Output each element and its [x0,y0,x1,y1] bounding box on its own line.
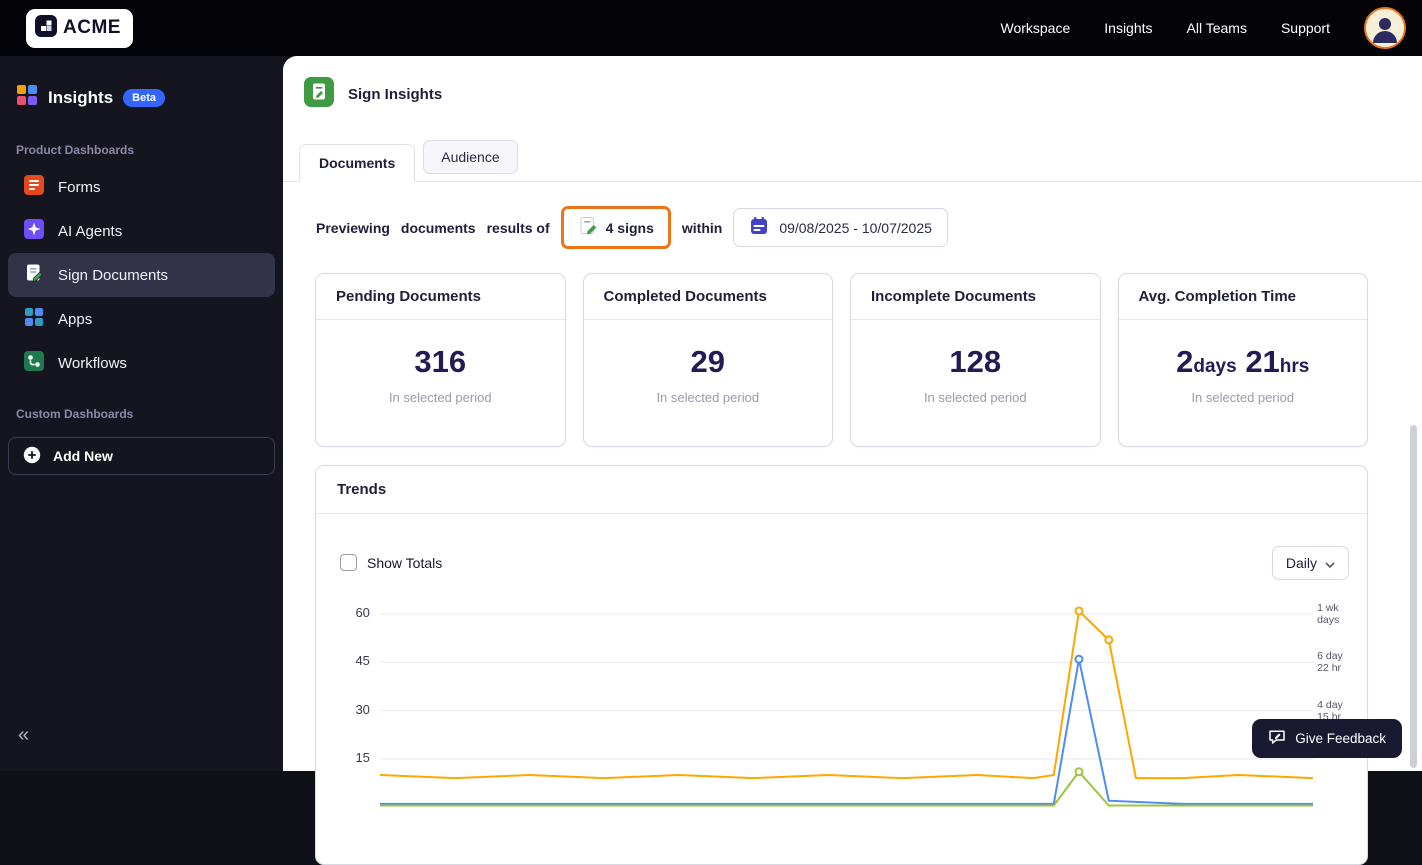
signs-filter-button[interactable]: 4 signs [561,206,671,249]
ai-agents-icon [24,219,44,243]
sidebar-item-label: Apps [58,311,92,328]
show-totals-checkbox[interactable] [340,554,357,571]
tab-documents[interactable]: Documents [299,144,415,182]
filter-bar: Previewing documents results of 4 signs … [283,182,1422,249]
brand-name: ACME [63,17,121,39]
give-feedback-button[interactable]: Give Feedback [1252,719,1402,758]
insights-logo-icon [16,84,38,111]
date-range-button[interactable]: 09/08/2025 - 10/07/2025 [733,208,948,247]
stat-title: Pending Documents [316,274,565,320]
person-icon [1366,9,1404,47]
stat-card-pending: Pending Documents 316 In selected period [315,273,566,447]
interval-select[interactable]: Daily [1272,546,1349,580]
sidebar-item-apps[interactable]: Apps [8,297,275,341]
stat-value: 316 [316,344,565,380]
stat-title: Incomplete Documents [851,274,1100,320]
workflows-icon [24,351,44,375]
sidebar-header: Insights Beta [0,56,283,121]
nav-support[interactable]: Support [1281,20,1330,36]
tab-audience[interactable]: Audience [423,140,517,174]
calendar-icon [749,216,769,239]
add-new-label: Add New [53,448,113,464]
main-content: Sign Insights Documents Audience Preview… [283,56,1422,771]
sidebar-item-label: AI Agents [58,223,122,240]
show-totals-toggle[interactable]: Show Totals [340,554,442,571]
sidebar-item-workflows[interactable]: Workflows [8,341,275,385]
sign-documents-icon [24,263,44,287]
stat-caption: In selected period [1119,390,1368,405]
trends-chart: 60453015 1 wk days6 day 22 hr4 day 15 hr [316,586,1367,816]
trend-chart-svg [380,586,1313,816]
acme-logo[interactable]: ACME [26,9,133,48]
stat-value: 29 [584,344,833,380]
chevron-down-icon [1325,555,1335,571]
sign-pen-icon [578,216,598,239]
interval-value: Daily [1286,555,1317,571]
beta-badge: Beta [123,89,165,107]
plus-circle-icon [23,446,41,467]
filter-text-post: results of [487,220,550,236]
sidebar-item-ai-agents[interactable]: AI Agents [8,209,275,253]
stat-card-incomplete: Incomplete Documents 128 In selected per… [850,273,1101,447]
trends-card: Trends Show Totals Daily 60453015 1 wk d… [315,465,1368,865]
feedback-label: Give Feedback [1295,731,1386,746]
stat-card-avg-completion-time: Avg. Completion Time 2days 21hrs In sele… [1118,273,1369,447]
stat-caption: In selected period [851,390,1100,405]
section-product-dashboards: Product Dashboards [0,121,283,165]
page-header: Sign Insights [283,56,1422,112]
topbar: ACME Workspace Insights All Teams Suppor… [0,0,1422,56]
nav-insights[interactable]: Insights [1104,20,1152,36]
sidebar-item-label: Workflows [58,355,127,372]
feedback-icon [1268,728,1286,749]
sign-insights-icon [304,77,334,112]
section-custom-dashboards: Custom Dashboards [0,385,283,429]
add-new-button[interactable]: Add New [8,437,275,475]
tab-bar: Documents Audience [283,140,1422,182]
stat-title: Avg. Completion Time [1119,274,1368,320]
stat-value: 2days 21hrs [1119,344,1368,380]
sidebar: Insights Beta Product Dashboards Forms A… [0,56,283,771]
signs-count-label: 4 signs [606,220,654,236]
nav-all-teams[interactable]: All Teams [1187,20,1247,36]
sidebar-item-forms[interactable]: Forms [8,165,275,209]
filter-text-within: within [682,220,722,236]
sidebar-title: Insights [48,88,113,108]
sidebar-item-label: Forms [58,179,101,196]
filter-text-emph: documents [401,220,476,236]
trend-left-ticks: 60453015 [334,586,380,816]
filter-text-pre: Previewing [316,220,390,236]
stats-row: Pending Documents 316 In selected period… [283,249,1422,447]
trend-right-ticks: 1 wk days6 day 22 hr4 day 15 hr [1313,586,1367,816]
trends-title: Trends [316,466,1367,514]
stat-title: Completed Documents [584,274,833,320]
stat-card-completed: Completed Documents 29 In selected perio… [583,273,834,447]
stat-value: 128 [851,344,1100,380]
date-range-label: 09/08/2025 - 10/07/2025 [779,220,932,236]
forms-icon [24,175,44,199]
collapse-sidebar-icon[interactable]: « [18,724,29,747]
stat-caption: In selected period [584,390,833,405]
user-avatar[interactable] [1364,7,1406,49]
top-nav: Workspace Insights All Teams Support [1000,20,1330,36]
show-totals-label: Show Totals [367,555,442,571]
stat-caption: In selected period [316,390,565,405]
apps-icon [24,307,44,331]
trends-controls: Show Totals Daily [316,514,1367,586]
sidebar-item-label: Sign Documents [58,267,168,284]
sidebar-item-sign-documents[interactable]: Sign Documents [8,253,275,297]
nav-workspace[interactable]: Workspace [1000,20,1070,36]
page-title: Sign Insights [348,86,442,103]
acme-logo-icon [35,15,57,42]
vertical-scrollbar-thumb[interactable] [1410,425,1417,768]
